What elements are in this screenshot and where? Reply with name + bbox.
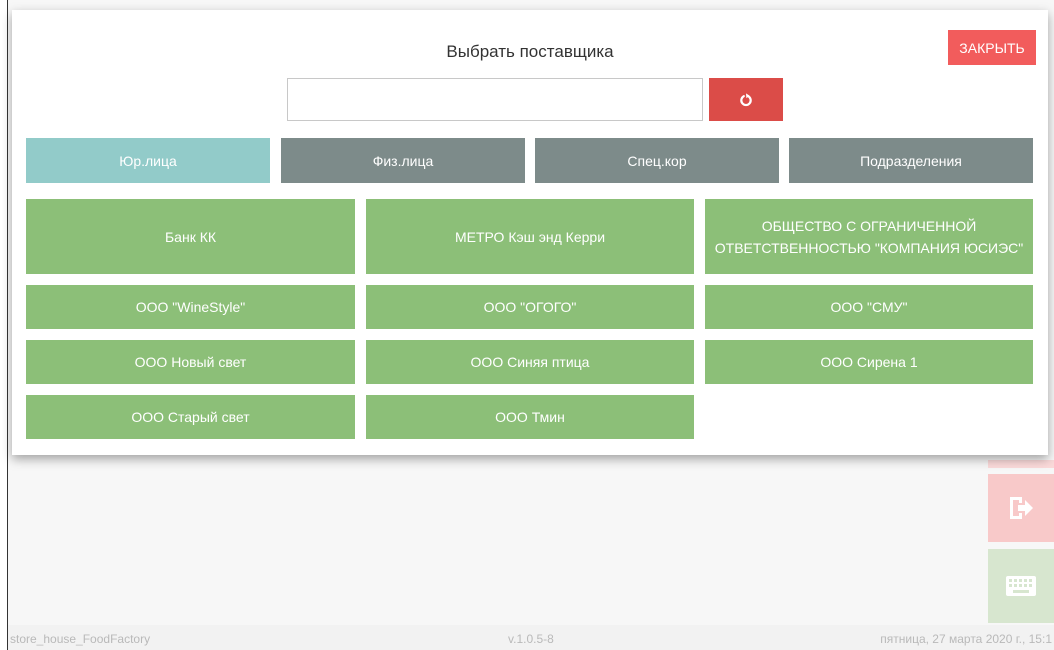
footer-datetime: пятница, 27 марта 2020 г., 15:1 bbox=[880, 632, 1052, 646]
exit-button[interactable] bbox=[988, 474, 1054, 542]
dialog-title: Выбрать поставщика bbox=[446, 42, 614, 61]
keyboard-icon bbox=[1006, 576, 1036, 596]
supplier-button[interactable]: ООО Новый свет bbox=[26, 340, 355, 384]
tab-individuals[interactable]: Физ.лица bbox=[281, 138, 525, 183]
supplier-button[interactable]: ООО "ОГОГО" bbox=[366, 285, 694, 329]
tab-label: Спец.кор bbox=[627, 152, 687, 169]
exit-icon bbox=[1010, 497, 1033, 519]
search-input[interactable] bbox=[287, 78, 703, 121]
keyboard-button[interactable] bbox=[988, 549, 1054, 623]
tab-departments[interactable]: Подразделения bbox=[789, 138, 1033, 183]
supplier-button[interactable]: ООО Синяя птица bbox=[366, 340, 694, 384]
supplier-button[interactable]: МЕТРО Кэш энд Керри bbox=[366, 199, 694, 274]
tab-label: Подразделения bbox=[860, 152, 962, 169]
supplier-button[interactable]: ООО Сирена 1 bbox=[705, 340, 1033, 384]
reset-search-button[interactable] bbox=[709, 78, 783, 121]
status-footer: store_house_FoodFactory v.1.0.5-8 пятниц… bbox=[8, 625, 1054, 650]
supplier-button[interactable]: ООО "СМУ" bbox=[705, 285, 1033, 329]
refresh-icon bbox=[740, 92, 752, 106]
footer-version: v.1.0.5-8 bbox=[508, 632, 554, 646]
supplier-button[interactable]: ОБЩЕСТВО С ОГРАНИЧЕННОЙ ОТВЕТСТВЕННОСТЬЮ… bbox=[705, 199, 1033, 274]
footer-app-name: store_house_FoodFactory bbox=[10, 632, 151, 646]
tab-label: Физ.лица bbox=[372, 152, 434, 169]
supplier-grid: Банк КК МЕТРО Кэш энд Керри ОБЩЕСТВО С О… bbox=[26, 199, 1033, 439]
supplier-button[interactable]: ООО Старый свет bbox=[26, 395, 355, 439]
supplier-button[interactable]: ООО "WineStyle" bbox=[26, 285, 355, 329]
close-button[interactable]: ЗАКРЫТЬ bbox=[948, 30, 1036, 65]
select-supplier-dialog: Выбрать поставщика ЗАКРЫТЬ Юр.лица Физ.л… bbox=[12, 10, 1048, 455]
supplier-button[interactable]: Банк КК bbox=[26, 199, 355, 274]
tab-label: Юр.лица bbox=[119, 152, 177, 169]
side-button-top[interactable] bbox=[988, 460, 1054, 468]
tab-special-correspondents[interactable]: Спец.кор bbox=[535, 138, 779, 183]
tab-legal-entities[interactable]: Юр.лица bbox=[26, 138, 270, 183]
supplier-button[interactable]: ООО Тмин bbox=[366, 395, 694, 439]
